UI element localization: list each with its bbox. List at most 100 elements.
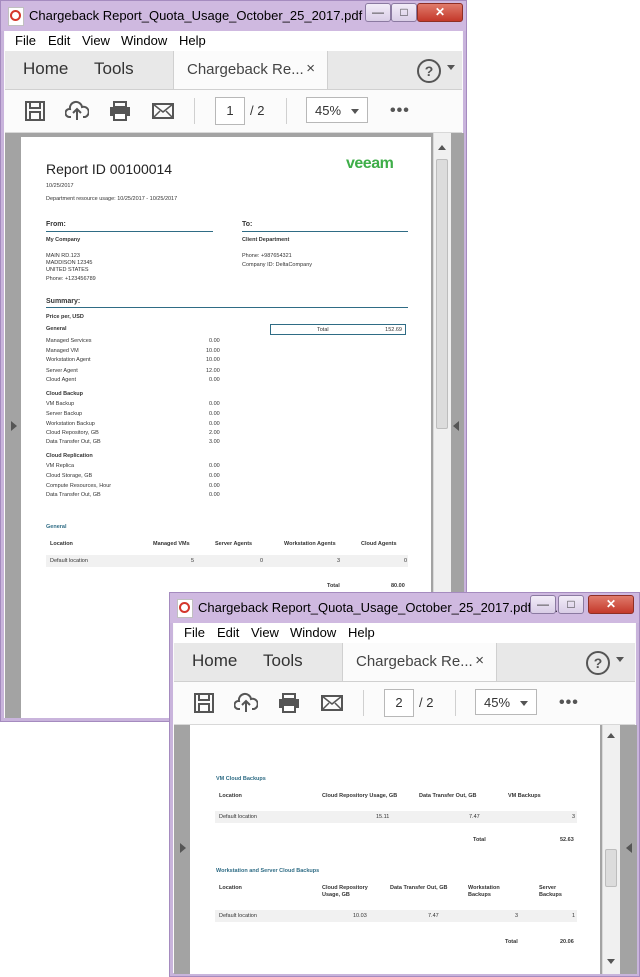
scroll-down-icon[interactable] (607, 959, 615, 964)
table-cell: 7.47 (469, 814, 480, 820)
left-panel-toggle-icon[interactable] (11, 421, 17, 431)
zoom-select[interactable]: 45% (475, 689, 537, 715)
report-title: Report ID 00100014 (46, 161, 173, 177)
table-cell: Default location (219, 913, 257, 919)
veeam-logo: veeam (346, 155, 394, 172)
tab-document-label: Chargeback Re... (356, 653, 473, 670)
tab-close-icon[interactable]: × (475, 652, 484, 669)
tab-bar: Home Tools Chargeback Re... × ? (174, 643, 635, 682)
item-value: 0.00 (209, 463, 220, 469)
more-tools-icon[interactable]: ••• (390, 102, 410, 120)
tab-close-icon[interactable]: × (306, 60, 315, 77)
right-panel-toggle-icon[interactable] (453, 421, 459, 431)
table-cell: Default location (50, 558, 88, 564)
to-heading: To: (242, 221, 253, 228)
table-cell: 1 (572, 913, 576, 919)
table-cell: 0 (260, 558, 264, 564)
column-header: Data Transfer Out, GB (390, 885, 448, 891)
email-icon[interactable] (320, 692, 344, 714)
item-label: Workstation Backup (46, 421, 95, 427)
column-header: Cloud Repository Usage, GB (322, 885, 368, 898)
zoom-select[interactable]: 45% (306, 97, 368, 123)
window-front[interactable]: Chargeback Report_Quota_Usage_October_25… (169, 592, 640, 977)
save-icon[interactable] (192, 692, 216, 714)
tab-tools[interactable]: Tools (94, 59, 134, 79)
tab-home[interactable]: Home (23, 59, 68, 79)
upload-cloud-icon[interactable] (65, 100, 89, 122)
email-icon[interactable] (151, 100, 175, 122)
title-bar[interactable]: Chargeback Report_Quota_Usage_October_25… (1, 1, 466, 31)
more-tools-icon[interactable]: ••• (559, 694, 579, 712)
page-total: / 2 (250, 103, 265, 118)
close-button[interactable]: ✕ (588, 595, 634, 614)
item-label: Cloud Repository, GB (46, 430, 99, 436)
column-header: Cloud Agents (361, 541, 397, 547)
from-phone: Phone: +123456789 (46, 276, 96, 282)
column-header: Location (219, 885, 242, 891)
chevron-down-icon[interactable] (447, 65, 455, 70)
scroll-thumb[interactable] (436, 159, 448, 429)
zoom-value: 45% (315, 103, 342, 118)
group-general: General (46, 326, 67, 332)
chevron-down-icon[interactable] (616, 657, 624, 662)
minimize-button[interactable]: — (530, 595, 556, 614)
print-icon[interactable] (277, 692, 301, 714)
help-icon[interactable]: ? (586, 651, 610, 675)
total-value: 152.69 (385, 327, 402, 333)
table-cell: 3 (515, 913, 519, 919)
toolbar: 2 / 2 45% ••• (174, 682, 635, 725)
group-cloud-backup: Cloud Backup (46, 391, 83, 397)
tab-home[interactable]: Home (192, 651, 237, 671)
item-value: 0.00 (209, 338, 220, 344)
tab-document[interactable]: Chargeback Re... × (342, 643, 497, 681)
menu-view[interactable]: View (251, 625, 279, 640)
menu-help[interactable]: Help (179, 33, 206, 48)
scroll-up-icon[interactable] (607, 733, 615, 738)
to-phone: Phone: +987654321 (242, 253, 292, 259)
maximize-button[interactable]: □ (558, 595, 584, 614)
item-label: Cloud Storage, GB (46, 473, 93, 479)
tab-tools[interactable]: Tools (263, 651, 303, 671)
tab-document[interactable]: Chargeback Re... × (173, 51, 328, 89)
menu-view[interactable]: View (82, 33, 110, 48)
pdf-icon (8, 7, 24, 26)
menu-window[interactable]: Window (121, 33, 167, 48)
item-value: 0.00 (209, 483, 220, 489)
save-icon[interactable] (23, 100, 47, 122)
table-row (215, 811, 577, 823)
table-cell: 5 (191, 558, 195, 564)
upload-cloud-icon[interactable] (234, 692, 258, 714)
from-address-line: MAIN RD.123 (46, 253, 80, 259)
item-value: 2.00 (209, 430, 220, 436)
column-header: Cloud Repository Usage, GB (322, 793, 398, 799)
item-value: 10.00 (206, 348, 220, 354)
left-panel-toggle-icon[interactable] (180, 843, 186, 853)
vertical-scrollbar[interactable] (602, 725, 620, 974)
page-number-input[interactable]: 1 (215, 97, 245, 125)
minimize-button[interactable]: — (365, 3, 391, 22)
item-value: 0.00 (209, 421, 220, 427)
page-number-input[interactable]: 2 (384, 689, 414, 717)
item-value: 12.00 (206, 368, 220, 374)
menu-window[interactable]: Window (290, 625, 336, 640)
menu-file[interactable]: File (184, 625, 205, 640)
menu-help[interactable]: Help (348, 625, 375, 640)
menu-edit[interactable]: Edit (48, 33, 70, 48)
right-panel-toggle-icon[interactable] (626, 843, 632, 853)
ws-section-title: Workstation and Server Cloud Backups (216, 868, 320, 874)
scroll-thumb[interactable] (605, 849, 617, 887)
total-box: Total 152.69 (270, 324, 406, 335)
title-bar[interactable]: Chargeback Report_Quota_Usage_October_25… (170, 593, 639, 623)
maximize-button[interactable]: □ (391, 3, 417, 22)
summary-heading: Summary: (46, 298, 81, 305)
document-viewer[interactable]: VM Cloud Backups Location Cloud Reposito… (174, 725, 637, 974)
help-icon[interactable]: ? (417, 59, 441, 83)
print-icon[interactable] (108, 100, 132, 122)
price-per-label: Price per, USD (46, 314, 84, 320)
scroll-up-icon[interactable] (438, 145, 446, 150)
toolbar: 1 / 2 45% ••• (5, 90, 462, 133)
vm-section-title: VM Cloud Backups (216, 776, 266, 782)
menu-file[interactable]: File (15, 33, 36, 48)
close-button[interactable]: ✕ (417, 3, 463, 22)
menu-edit[interactable]: Edit (217, 625, 239, 640)
